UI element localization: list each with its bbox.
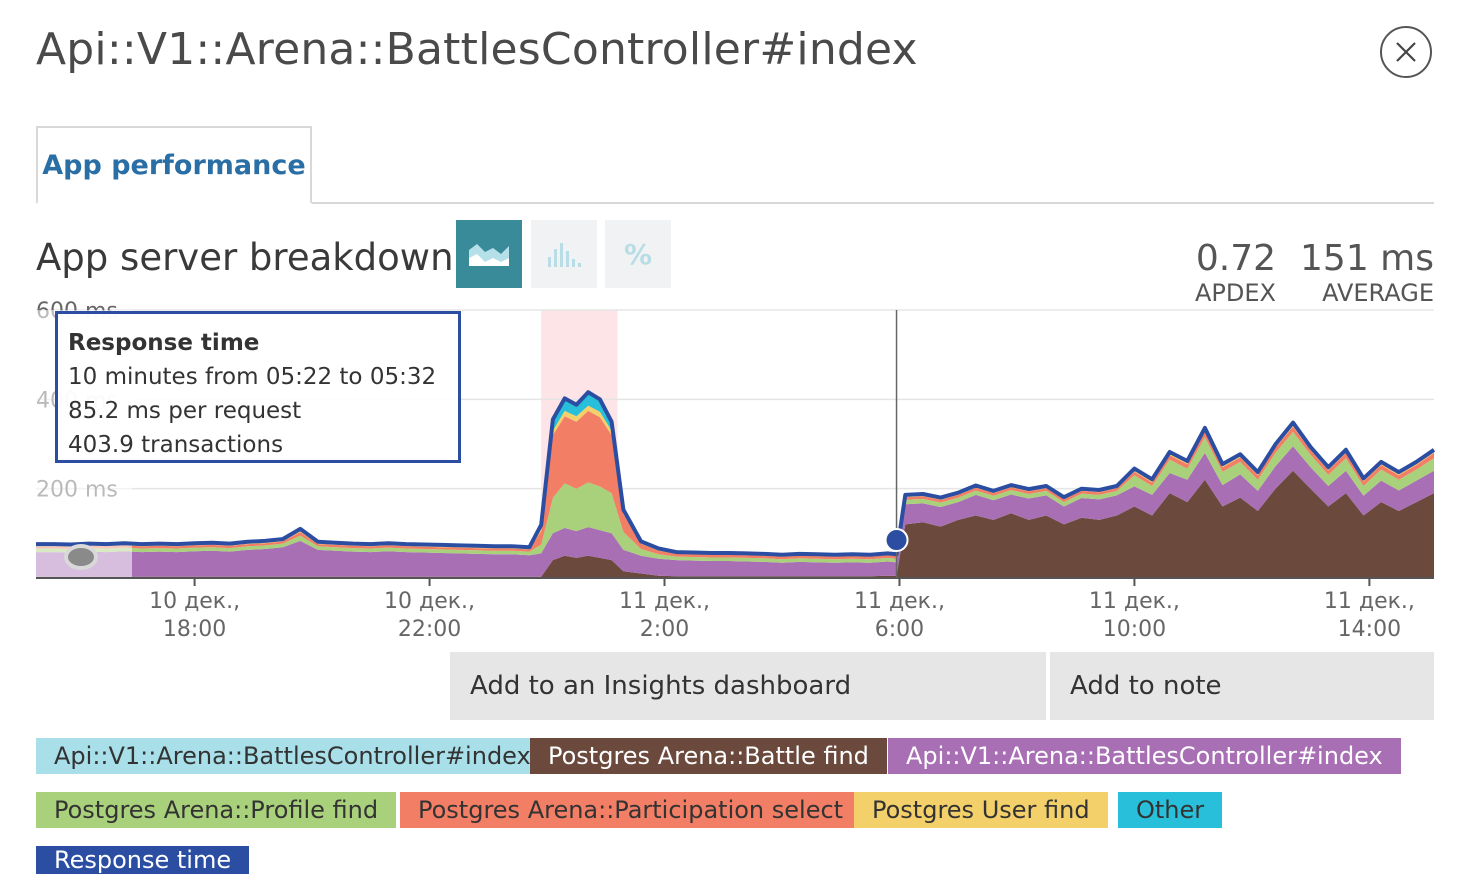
legend-item-participation-select[interactable]: Postgres Arena::Participation select [400, 792, 862, 828]
close-button[interactable] [1380, 26, 1432, 78]
legend-item-profile-find[interactable]: Postgres Arena::Profile find [36, 792, 397, 828]
x-tick-label: 6:00 [875, 617, 924, 642]
x-tick-label: 11 дек., [619, 589, 710, 614]
x-tick-label: 11 дек., [854, 589, 945, 614]
x-tick-label: 10 дек., [384, 589, 475, 614]
tooltip-title: Response time [68, 330, 260, 356]
histogram-view-button[interactable] [531, 220, 597, 288]
area-chart-view-button[interactable] [456, 220, 522, 288]
legend-item-battle-find[interactable]: Postgres Arena::Battle find [530, 738, 887, 774]
hover-marker [884, 528, 909, 553]
section-title: App server breakdown [36, 236, 454, 279]
percent-icon: % [623, 237, 653, 271]
page-title: Api::V1::Arena::BattlesController#index [36, 24, 918, 75]
tab-app-performance[interactable]: App performance [36, 126, 312, 204]
x-tick-label: 11 дек., [1324, 589, 1415, 614]
legend-item-user-find[interactable]: Postgres User find [854, 792, 1108, 828]
average-value: 151 ms [1300, 238, 1434, 279]
x-tick-label: 14:00 [1338, 617, 1401, 642]
x-tick-label: 10 дек., [149, 589, 240, 614]
legend-item-response-time[interactable]: Response time [36, 846, 250, 874]
x-tick-label: 18:00 [163, 617, 226, 642]
area-chart-icon [469, 244, 509, 266]
legend-item-controller-purple[interactable]: Api::V1::Arena::BattlesController#index [888, 738, 1401, 774]
histogram-icon [548, 243, 581, 267]
tab-bar: App performance [36, 126, 1434, 204]
add-to-note-button[interactable]: Add to note [1050, 652, 1434, 720]
x-tick-label: 22:00 [398, 617, 461, 642]
close-icon [1396, 42, 1416, 62]
tooltip-line: 85.2 ms per request [68, 398, 302, 424]
x-tick-label: 2:00 [640, 617, 689, 642]
eye-icon[interactable] [64, 544, 98, 570]
tooltip-line: 403.9 transactions [68, 432, 284, 458]
add-to-insights-dashboard-button[interactable]: Add to an Insights dashboard [450, 652, 1046, 720]
chart-tooltip: Response time 10 minutes from 05:22 to 0… [55, 311, 461, 463]
apdex-value: 0.72 [1195, 238, 1276, 279]
x-tick-label: 10:00 [1103, 617, 1166, 642]
legend-item-other[interactable]: Other [1118, 792, 1223, 828]
x-tick-label: 11 дек., [1089, 589, 1180, 614]
legend-item-controller-light[interactable]: Api::V1::Arena::BattlesController#index [36, 738, 549, 774]
percentile-view-button[interactable]: % [605, 220, 671, 288]
tooltip-line: 10 minutes from 05:22 to 05:32 [68, 364, 437, 390]
